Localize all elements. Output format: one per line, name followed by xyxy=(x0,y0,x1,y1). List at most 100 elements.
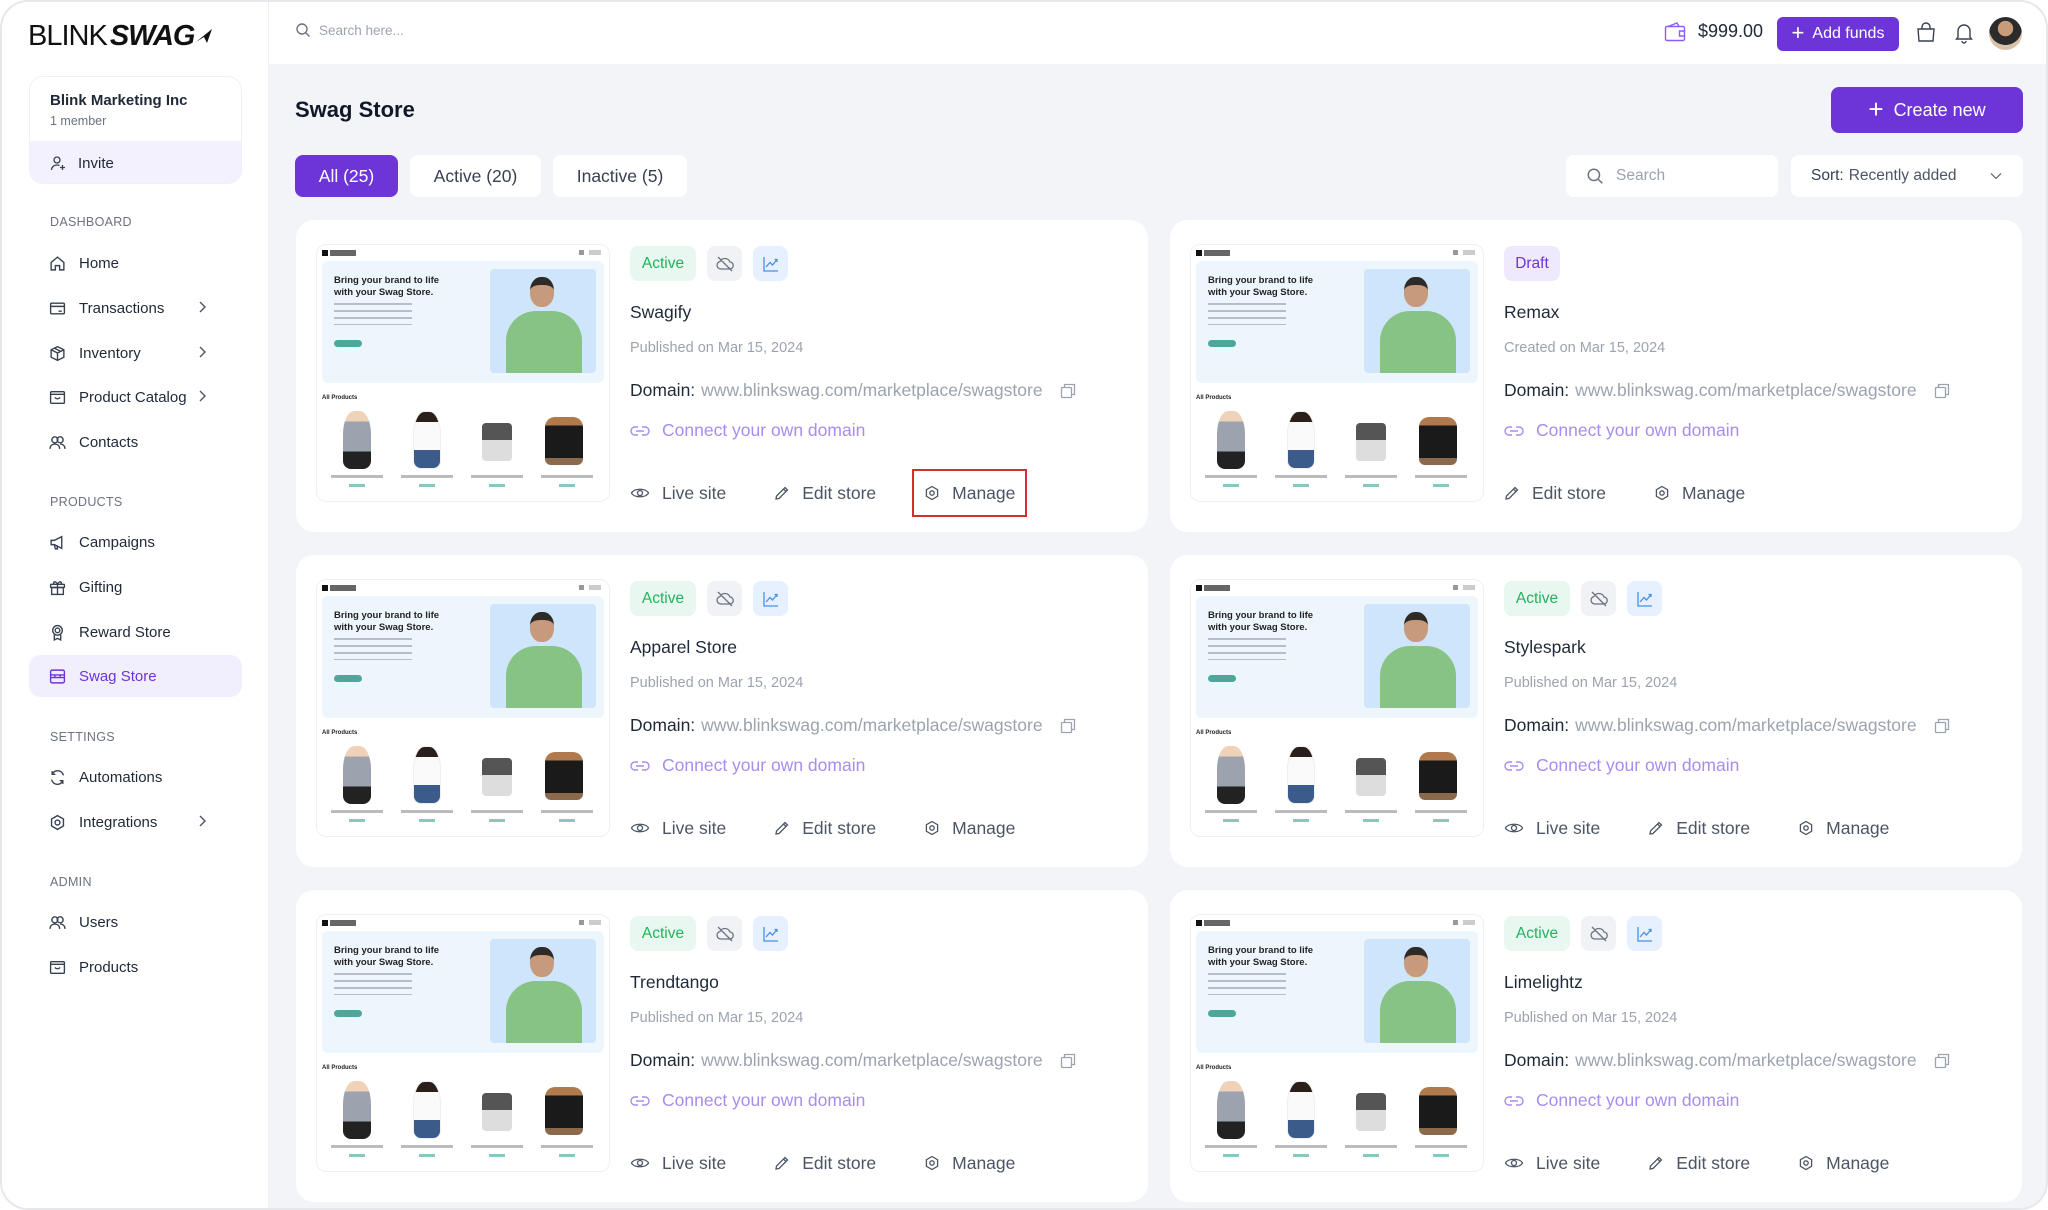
org-name: Blink Marketing Inc xyxy=(50,92,188,109)
analytics-button[interactable] xyxy=(753,246,788,281)
store-name: Apparel Store xyxy=(630,637,738,657)
edit-store-button[interactable]: Edit store xyxy=(1648,1151,1750,1175)
shopping-bag-icon[interactable] xyxy=(1915,22,1937,44)
edit-store-button[interactable]: Edit store xyxy=(774,481,876,505)
store-preview-thumbnail[interactable]: Bring your brand to life with your Swag … xyxy=(1190,244,1484,502)
store-search-input[interactable]: Search xyxy=(1566,155,1778,197)
manage-button[interactable]: Manage xyxy=(1798,816,1889,840)
analytics-button[interactable] xyxy=(1627,916,1662,951)
copy-icon[interactable] xyxy=(1933,717,1951,735)
domain-url[interactable]: www.blinkswag.com/marketplace/swagstore xyxy=(701,715,1042,736)
chevron-right-icon xyxy=(199,301,206,313)
manage-button[interactable]: Manage xyxy=(924,1151,1015,1175)
store-preview-thumbnail[interactable]: Bring your brand to life with your Swag … xyxy=(1190,579,1484,837)
copy-icon[interactable] xyxy=(1059,1052,1077,1070)
user-plus-icon xyxy=(50,156,65,171)
preview-product xyxy=(535,407,599,495)
invite-button[interactable]: Invite xyxy=(30,141,241,183)
bell-icon[interactable] xyxy=(1953,22,1975,44)
manage-button[interactable]: Manage xyxy=(1654,481,1745,505)
store-name: Remax xyxy=(1504,302,1560,322)
sidebar-item-contacts[interactable]: Contacts xyxy=(29,421,242,463)
analytics-button[interactable] xyxy=(753,916,788,951)
sidebar-item-inventory[interactable]: Inventory xyxy=(29,332,242,374)
sidebar-item-transactions[interactable]: Transactions xyxy=(29,287,242,329)
store-preview-thumbnail[interactable]: Bring your brand to life with your Swag … xyxy=(1190,914,1484,1172)
sidebar-item-users[interactable]: Users xyxy=(29,901,242,943)
manage-button[interactable]: Manage xyxy=(912,469,1028,517)
global-search-input[interactable]: Search here... xyxy=(295,22,404,38)
connect-domain-link[interactable]: Connect your own domain xyxy=(1504,420,1739,441)
domain-url[interactable]: www.blinkswag.com/marketplace/swagstore xyxy=(701,380,1042,401)
edit-store-button[interactable]: Edit store xyxy=(774,1151,876,1175)
wallet-balance[interactable]: $999.00 xyxy=(1664,21,1763,42)
sidebar-item-automations[interactable]: Automations xyxy=(29,756,242,798)
live-site-button[interactable]: Live site xyxy=(1504,816,1600,840)
chevron-right-icon xyxy=(199,346,206,358)
copy-icon[interactable] xyxy=(1933,382,1951,400)
live-site-button[interactable]: Live site xyxy=(1504,1151,1600,1175)
unpublish-button[interactable] xyxy=(1581,916,1616,951)
sidebar-item-home[interactable]: Home xyxy=(29,242,242,284)
domain-url[interactable]: www.blinkswag.com/marketplace/swagstore xyxy=(701,1050,1042,1071)
manage-label: Manage xyxy=(952,482,1016,503)
domain-url[interactable]: www.blinkswag.com/marketplace/swagstore xyxy=(1575,1050,1916,1071)
unpublish-button[interactable] xyxy=(1581,581,1616,616)
analytics-button[interactable] xyxy=(1627,581,1662,616)
domain-url[interactable]: www.blinkswag.com/marketplace/swagstore xyxy=(1575,715,1916,736)
store-actions: Live site Edit store Manage xyxy=(630,816,1063,840)
store-name: Trendtango xyxy=(630,972,719,992)
preview-product xyxy=(1409,742,1473,830)
preview-shop-button xyxy=(1208,675,1236,682)
store-preview-thumbnail[interactable]: Bring your brand to life with your Swag … xyxy=(316,244,610,502)
chevron-right-icon xyxy=(199,390,206,402)
sidebar-item-products[interactable]: Products xyxy=(29,946,242,988)
manage-button[interactable]: Manage xyxy=(924,816,1015,840)
create-new-button[interactable]: + Create new xyxy=(1831,87,2023,133)
edit-store-button[interactable]: Edit store xyxy=(1504,481,1606,505)
sidebar-item-reward-store[interactable]: Reward Store xyxy=(29,611,242,653)
brand-logo[interactable]: BLINK SWAG xyxy=(28,20,214,52)
add-funds-button[interactable]: + Add funds xyxy=(1777,17,1899,51)
connect-domain-link[interactable]: Connect your own domain xyxy=(630,1090,865,1111)
connect-domain-link[interactable]: Connect your own domain xyxy=(1504,1090,1739,1111)
live-site-button[interactable]: Live site xyxy=(630,1151,726,1175)
manage-button[interactable]: Manage xyxy=(1798,1151,1889,1175)
unpublish-button[interactable] xyxy=(707,246,742,281)
preview-product xyxy=(465,1077,529,1165)
user-avatar[interactable] xyxy=(1989,17,2022,50)
sidebar-item-integrations[interactable]: Integrations xyxy=(29,801,242,843)
analytics-button[interactable] xyxy=(753,581,788,616)
sidebar-item-swag-store[interactable]: Swag Store xyxy=(29,655,242,697)
store-preview-thumbnail[interactable]: Bring your brand to life with your Swag … xyxy=(316,914,610,1172)
connect-domain-link[interactable]: Connect your own domain xyxy=(630,755,865,776)
copy-icon[interactable] xyxy=(1059,382,1077,400)
copy-icon[interactable] xyxy=(1059,717,1077,735)
tab-active[interactable]: Active (20) xyxy=(410,155,541,197)
connect-domain-link[interactable]: Connect your own domain xyxy=(630,420,865,441)
sidebar-item-product-catalog[interactable]: Product Catalog xyxy=(29,376,242,418)
unpublish-button[interactable] xyxy=(707,916,742,951)
tab-all[interactable]: All (25) xyxy=(295,155,398,197)
tab-inactive[interactable]: Inactive (5) xyxy=(553,155,687,197)
domain-url[interactable]: www.blinkswag.com/marketplace/swagstore xyxy=(1575,380,1916,401)
store-card: Bring your brand to life with your Swag … xyxy=(296,890,1148,1202)
credit-card-icon xyxy=(49,301,66,315)
live-site-button[interactable]: Live site xyxy=(630,816,726,840)
store-preview-thumbnail[interactable]: Bring your brand to life with your Swag … xyxy=(316,579,610,837)
unpublish-button[interactable] xyxy=(707,581,742,616)
edit-store-button[interactable]: Edit store xyxy=(774,816,876,840)
chart-line-icon xyxy=(762,926,778,942)
status-badge: Active xyxy=(1504,581,1570,616)
sort-dropdown[interactable]: Sort: Recently added xyxy=(1791,155,2023,197)
connect-domain-link[interactable]: Connect your own domain xyxy=(1504,755,1739,776)
preview-product xyxy=(535,1077,599,1165)
package-icon xyxy=(50,345,65,361)
sidebar-item-label: Swag Store xyxy=(79,667,157,685)
sidebar-item-campaigns[interactable]: Campaigns xyxy=(29,521,242,563)
copy-icon[interactable] xyxy=(1933,1052,1951,1070)
sidebar-item-gifting[interactable]: Gifting xyxy=(29,566,242,608)
edit-store-button[interactable]: Edit store xyxy=(1648,816,1750,840)
connect-domain-label: Connect your own domain xyxy=(1536,1090,1740,1110)
live-site-button[interactable]: Live site xyxy=(630,481,726,505)
